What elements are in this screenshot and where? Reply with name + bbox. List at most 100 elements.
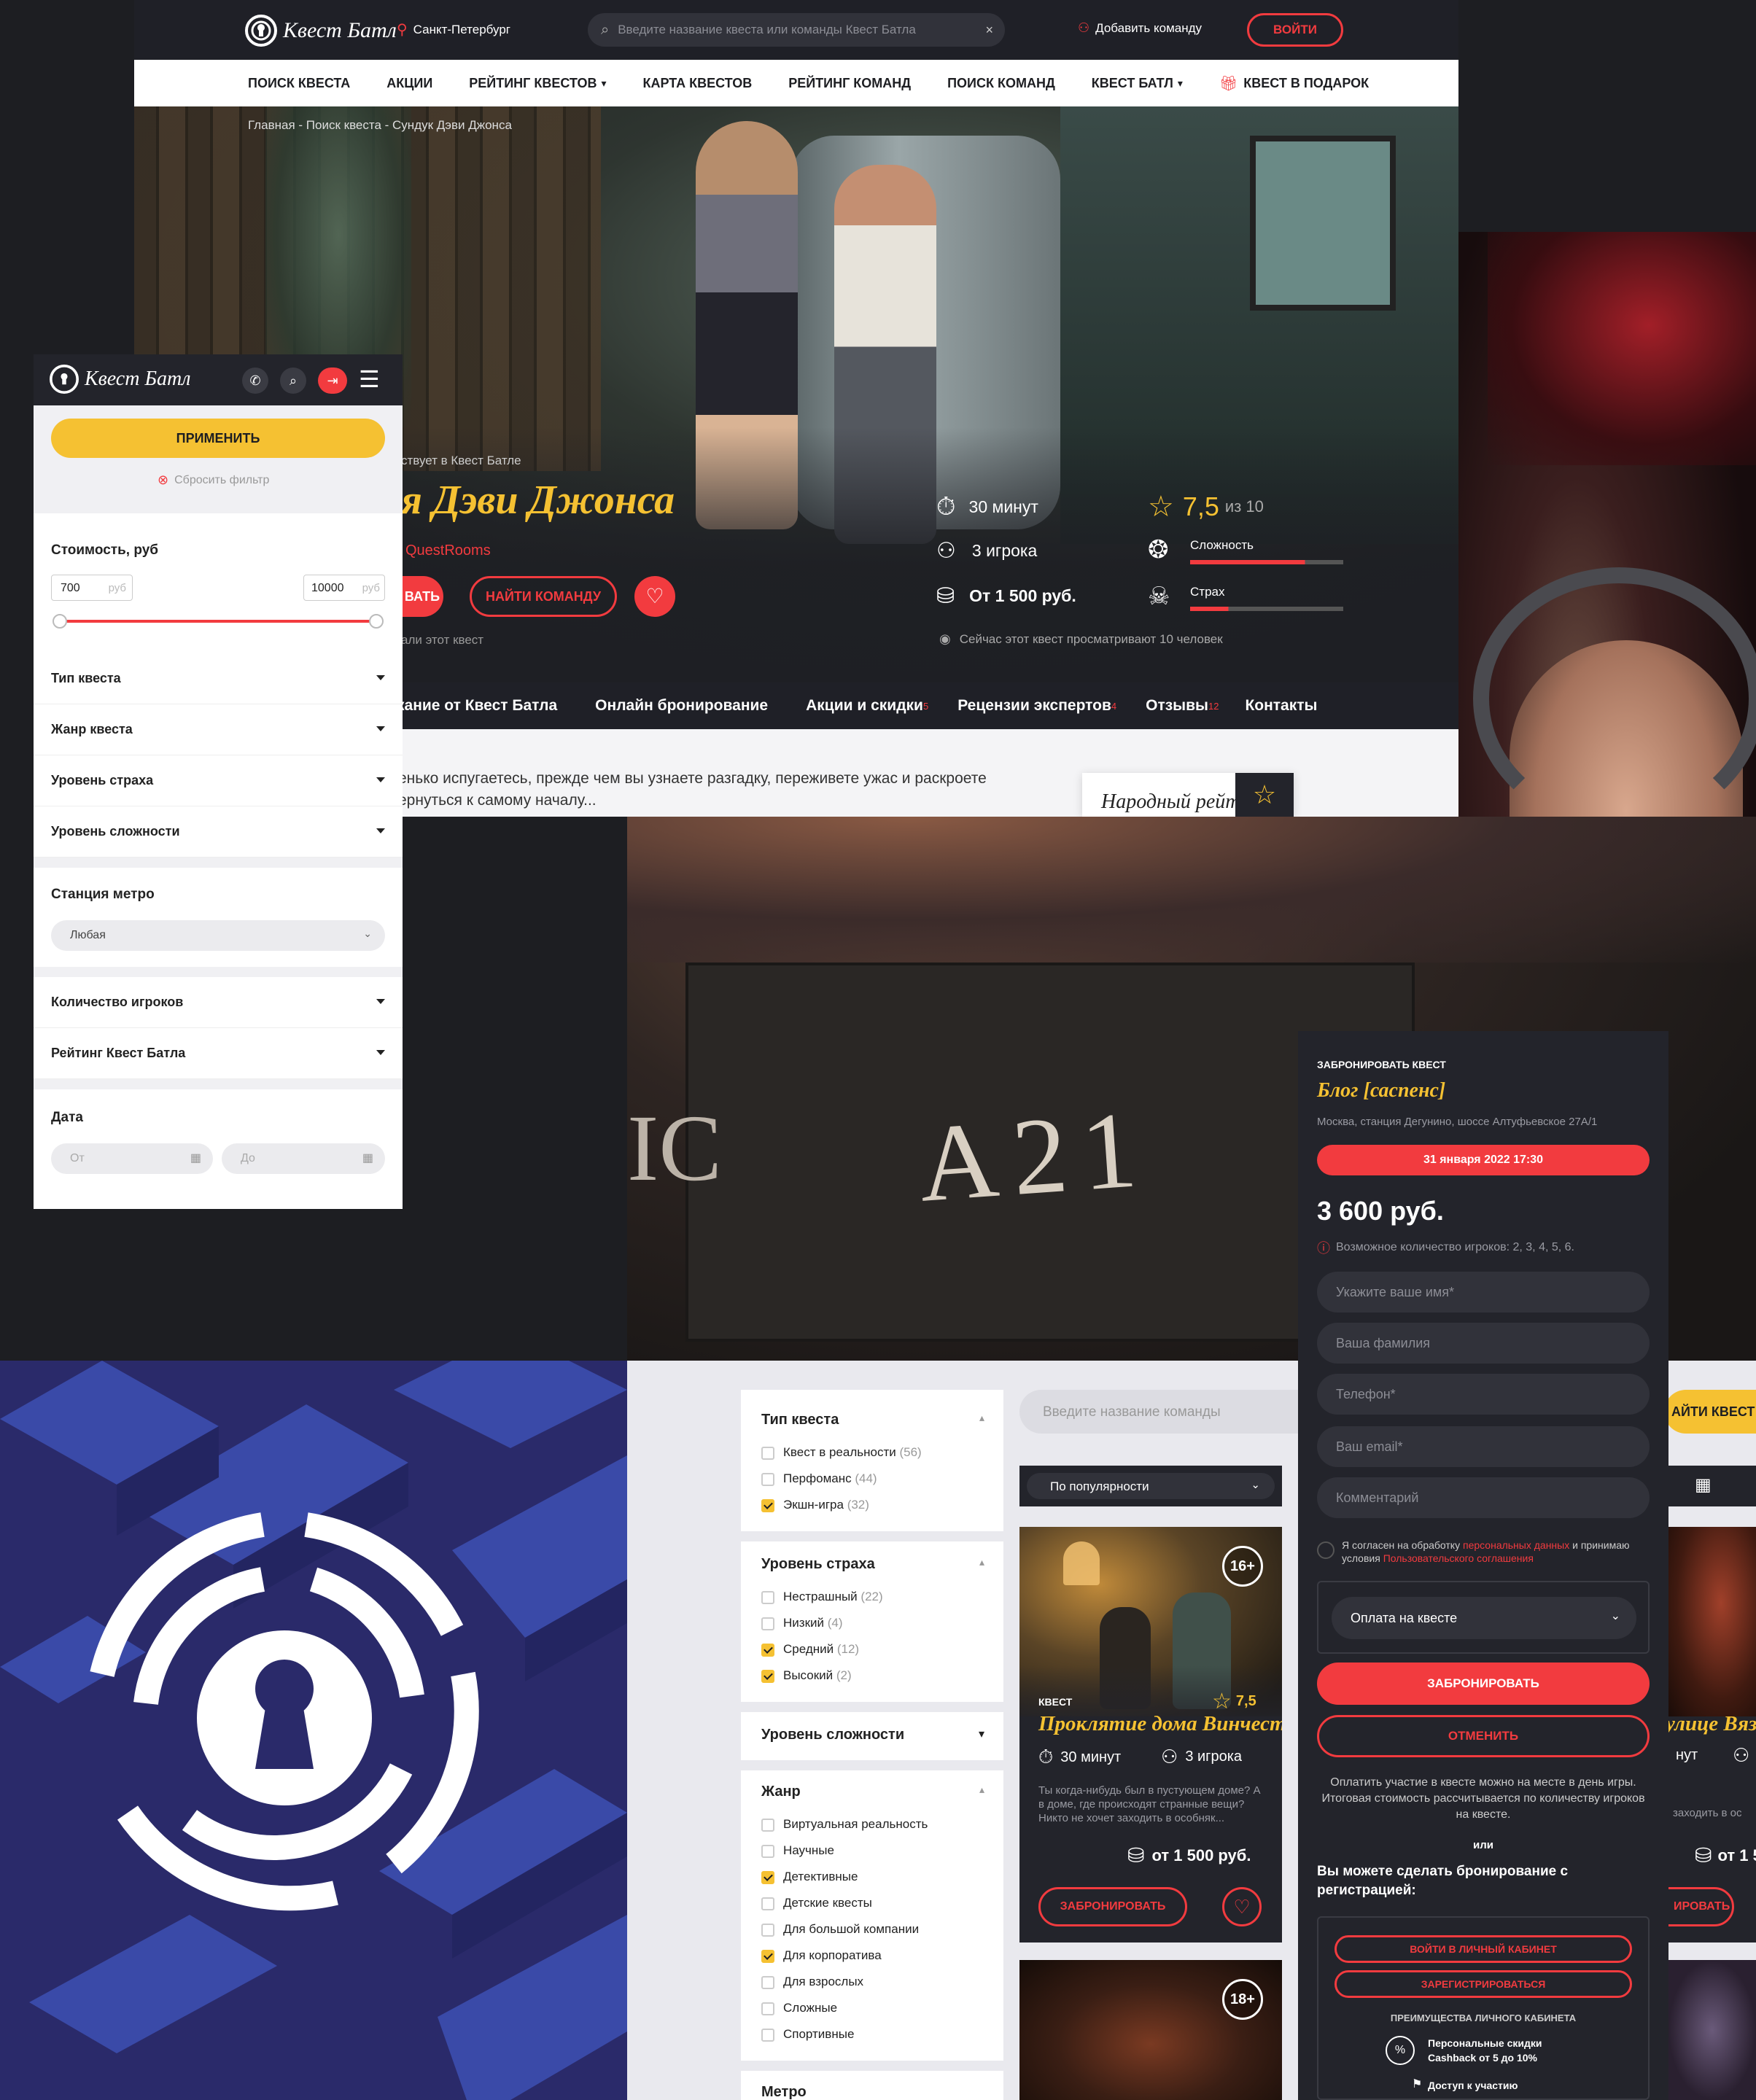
first-name-input[interactable]: Укажите ваше имя*	[1317, 1272, 1650, 1312]
caret-down-icon[interactable]: ▾	[979, 1727, 984, 1741]
nav-item-rating[interactable]: РЕЙТИНГ КВЕСТОВ	[469, 76, 597, 91]
date-from-input[interactable]: От ▦	[51, 1143, 213, 1174]
quest-card[interactable]: 16+ КВЕСТ ☆ 7,5 Проклятие дома Винчестер…	[1019, 1527, 1282, 1942]
min-price-input[interactable]: 700 руб	[51, 575, 133, 601]
checkbox-genre-hard[interactable]: Сложные	[761, 2001, 837, 2015]
consent-link-personal-data[interactable]: персональных данных	[1463, 1539, 1569, 1551]
date-to-input[interactable]: До ▦	[222, 1143, 385, 1174]
login-cabinet-button[interactable]: ВОЙТИ В ЛИЧНЫЙ КАБИНЕТ	[1335, 1935, 1632, 1963]
rating-of: из 10	[1224, 497, 1264, 516]
tab-reviews[interactable]: Отзывы	[1146, 697, 1208, 715]
checkbox-type-reality[interactable]: Квест в реальности (56)	[761, 1445, 922, 1460]
apply-button[interactable]: ПРИМЕНИТЬ	[51, 419, 385, 458]
filter-row-genre[interactable]: Жанр квеста	[34, 704, 403, 755]
nav-item-battle[interactable]: КВЕСТ БАТЛ	[1092, 76, 1173, 91]
mobile-brand-name: Квест Батл	[85, 368, 191, 390]
book-button[interactable]: ВАТЬ	[401, 576, 443, 617]
sort-select[interactable]: По популярности ⌄	[1027, 1473, 1275, 1499]
card-book-button[interactable]: ИРОВАТЬ	[1668, 1887, 1734, 1926]
checkbox-genre-detective[interactable]: Детективные	[761, 1870, 858, 1884]
filter-row-rating[interactable]: Рейтинг Квест Батла	[34, 1028, 403, 1079]
checkbox-label: Перфоманс	[783, 1471, 852, 1485]
payment-select[interactable]: Оплата на квесте ⌄	[1332, 1597, 1636, 1639]
heart-icon[interactable]: ♡	[1222, 1887, 1262, 1926]
tab-contacts[interactable]: Контакты	[1245, 697, 1317, 715]
checkbox-fear-none[interactable]: Нестрашный (22)	[761, 1590, 883, 1604]
checkbox-genre-adults[interactable]: Для взрослых	[761, 1975, 863, 1989]
card-title[interactable]: Проклятие дома Винчестеров	[1038, 1712, 1282, 1736]
checkbox-genre-sport[interactable]: Спортивные	[761, 2027, 854, 2042]
max-price-input[interactable]: 10000 руб	[303, 575, 385, 601]
price-slider-min-handle[interactable]	[53, 614, 67, 629]
players-stat: ⚇ 3 игрока	[936, 538, 1037, 564]
checkbox-fear-low[interactable]: Низкий (4)	[761, 1616, 843, 1630]
nav-item-map[interactable]: КАРТА КВЕСТОВ	[643, 76, 753, 91]
login-button[interactable]: ВОЙТИ	[1247, 13, 1343, 47]
city-selector[interactable]: ⚲ Санкт-Петербург	[397, 20, 510, 39]
consent-checkbox[interactable]	[1317, 1541, 1335, 1559]
tab-expert-reviews[interactable]: Рецензии экспертов	[957, 697, 1111, 715]
checkbox-type-action[interactable]: Экшн-игра (32)	[761, 1498, 869, 1512]
card-title[interactable]: улице Вязо	[1668, 1712, 1756, 1736]
checkbox-type-performance[interactable]: Перфоманс (44)	[761, 1471, 877, 1486]
checkbox-genre-kids[interactable]: Детские квесты	[761, 1896, 872, 1910]
email-input[interactable]: Ваш email*	[1317, 1426, 1650, 1467]
checkbox-genre-science[interactable]: Научные	[761, 1843, 834, 1858]
find-team-button[interactable]: НАЙТИ КОМАНДУ	[470, 576, 617, 617]
nav-item-promos[interactable]: АКЦИИ	[386, 76, 432, 91]
clear-icon[interactable]: ×	[985, 23, 993, 38]
card-book-button[interactable]: ЗАБРОНИРОВАТЬ	[1038, 1887, 1187, 1926]
quest-card[interactable]: 18+	[1019, 1960, 1282, 2100]
team-search-input[interactable]: Введите название команды	[1019, 1390, 1326, 1434]
sort-bar: По популярности ⌄	[1019, 1466, 1282, 1506]
checkbox-genre-corporate[interactable]: Для корпоратива	[761, 1948, 882, 1963]
chevron-up-icon[interactable]: ▴	[979, 1412, 984, 1424]
filter-row-fear[interactable]: Уровень страха	[34, 755, 403, 806]
checkbox-genre-large-group[interactable]: Для большой компании	[761, 1922, 919, 1937]
search-bar[interactable]: ⌕ Введите название квеста или команды Кв…	[588, 13, 1005, 47]
difficulty-section-title[interactable]: Уровень сложности	[761, 1727, 904, 1743]
chevron-up-icon[interactable]: ▴	[979, 1556, 984, 1568]
filter-row-type[interactable]: Тип квеста	[34, 653, 403, 704]
nav-item-gift[interactable]: КВЕСТ В ПОДАРОК	[1243, 76, 1369, 91]
price-slider-max-handle[interactable]	[369, 614, 384, 629]
brand-logo[interactable]: Квест Батл	[245, 15, 397, 47]
booking-submit-button[interactable]: ЗАБРОНИРОВАТЬ	[1317, 1662, 1650, 1705]
favorite-heart-icon[interactable]: ♡	[634, 576, 675, 617]
nav-item-team-search[interactable]: ПОИСК КОМАНД	[947, 76, 1055, 91]
tab-promos[interactable]: Акции и скидки	[806, 697, 923, 715]
booking-cancel-button[interactable]: ОТМЕНИТЬ	[1317, 1715, 1650, 1757]
mobile-brand[interactable]: Квест Батл	[50, 365, 190, 394]
comment-input[interactable]: Комментарий	[1317, 1477, 1650, 1518]
register-button[interactable]: ЗАРЕГИСТРИРОВАТЬСЯ	[1335, 1970, 1632, 1998]
checkbox-genre-vr[interactable]: Виртуальная реальность	[761, 1817, 928, 1832]
price-slider-track[interactable]	[60, 620, 376, 623]
menu-icon[interactable]: ☰	[359, 366, 380, 392]
find-team-button[interactable]: АЙТИ КВЕСТ	[1664, 1390, 1756, 1434]
card-players: ⚇ 3 игрока	[1161, 1746, 1242, 1768]
phone-input[interactable]: Телефон*	[1317, 1374, 1650, 1415]
organizer-link[interactable]: QuestRooms	[405, 542, 491, 559]
last-name-input[interactable]: Ваша фамилия	[1317, 1323, 1650, 1364]
tab-description[interactable]: кание от Квест Батла	[397, 697, 557, 715]
checkbox-fear-high[interactable]: Высокий (2)	[761, 1668, 852, 1683]
filter-row-players[interactable]: Количество игроков	[34, 977, 403, 1028]
grid-view-icon[interactable]: ▦	[1695, 1474, 1712, 1496]
login-icon[interactable]: ⇥	[318, 368, 347, 394]
metro-select[interactable]: Любая ⌄	[51, 920, 385, 951]
view-toggle-bar: ▦	[1664, 1466, 1756, 1506]
search-icon[interactable]: ⌕	[280, 368, 306, 394]
nav-item-search[interactable]: ПОИСК КВЕСТА	[248, 76, 350, 91]
checkbox-icon	[761, 1844, 774, 1858]
phone-icon[interactable]: ✆	[242, 368, 268, 394]
tab-booking[interactable]: Онлайн бронирование	[595, 697, 768, 715]
add-team-link[interactable]: ⚇ Добавить команду	[1078, 20, 1202, 36]
reset-filter-link[interactable]: ⊗ Сбросить фильтр	[158, 472, 269, 488]
quest-card-partial[interactable]	[1668, 1960, 1756, 2100]
consent-link-agreement[interactable]: Пользовательского соглашения	[1383, 1552, 1534, 1564]
quest-card-partial[interactable]: улице Вязо нут ⚇ заходить в ос ⛁ от 1 5 …	[1668, 1527, 1756, 1942]
chevron-up-icon[interactable]: ▴	[979, 1784, 984, 1796]
filter-row-difficulty[interactable]: Уровень сложности	[34, 806, 403, 858]
nav-item-team-rating[interactable]: РЕЙТИНГ КОМАНД	[788, 76, 911, 91]
checkbox-fear-medium[interactable]: Средний (12)	[761, 1642, 859, 1657]
